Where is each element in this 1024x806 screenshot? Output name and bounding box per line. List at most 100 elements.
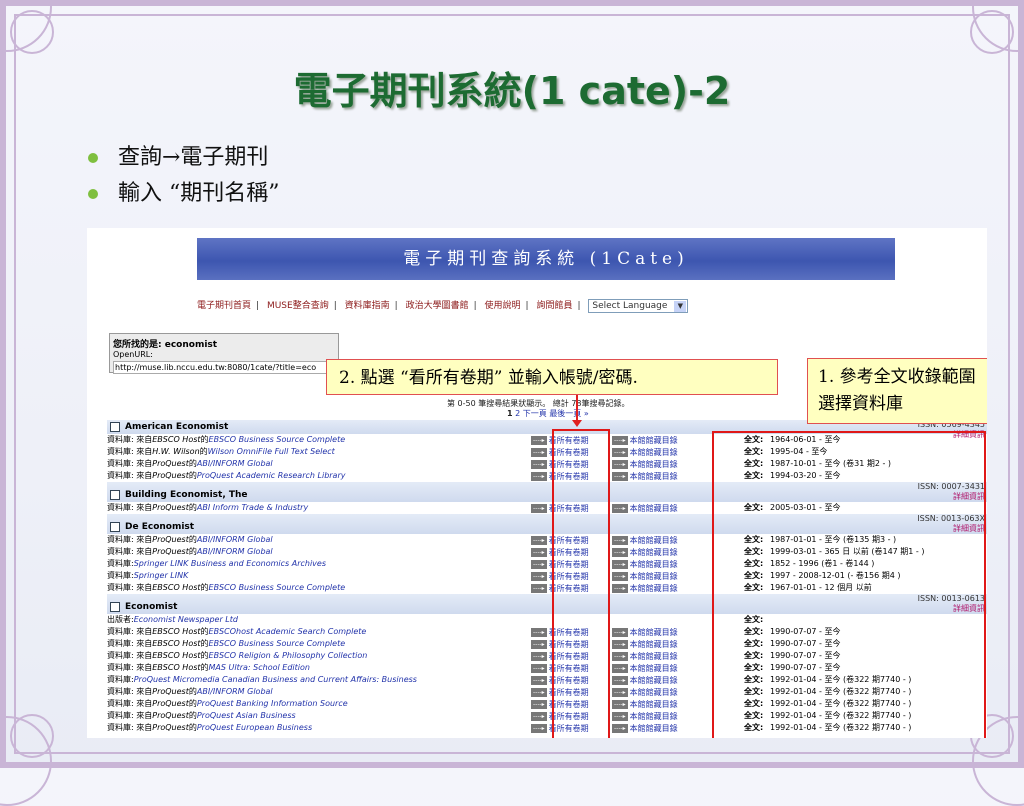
row-de: 的 [188,471,197,480]
chevron-down-icon: ▼ [674,301,687,312]
checkbox[interactable] [110,601,120,612]
bullet-text: 輸入 “期刊名稱” [118,181,280,206]
arrow-icon: ----▸ [612,436,628,445]
database-link[interactable]: ProQuest European Business [197,723,312,732]
row-de: 的 [188,711,197,720]
holdings-label: 本館館藏目錄 [629,548,678,557]
database-link[interactable]: ABI/INFORM Global [197,459,273,468]
database-link[interactable]: Wilson OmniFile Full Text Select [208,447,335,456]
row-provider: ProQuest [152,723,189,732]
corner-ring [970,10,1014,54]
nav-muse-link[interactable]: MUSE整合查詢 [267,301,329,311]
arrow-icon: ----▸ [612,652,628,661]
arrow-icon: ----▸ [612,536,628,545]
arrow-icon: ----▸ [612,712,628,721]
checkbox[interactable] [110,489,120,500]
row-de: 的 [200,435,209,444]
row-label: 資料庫: 來自 [107,699,153,708]
nav-library-link[interactable]: 政治大學圖書館 [406,301,469,311]
row-label: 資料庫: 來自 [107,711,153,720]
database-link[interactable]: ABI/INFORM Global [197,687,273,696]
row-provider: ProQuest [152,503,189,512]
holdings-label: 本館館藏目錄 [629,536,678,545]
holdings-label: 本館館藏目錄 [629,700,678,709]
database-link[interactable]: Economist Newspaper Ltd [134,615,238,624]
holdings-label: 本館館藏目錄 [629,688,678,697]
arrow-icon: ----▸ [612,688,628,697]
nav-help-link[interactable]: 使用說明 [485,301,521,311]
database-link[interactable]: ProQuest Academic Research Library [197,471,346,480]
row-label: 資料庫: [107,675,134,684]
row-provider: EBSCO Host [152,639,201,648]
row-label: 資料庫: 來自 [107,447,153,456]
row-label: 資料庫: [107,571,134,580]
search-heading: 您所找的是: economist [113,340,218,350]
arrow-icon: ----▸ [612,548,628,557]
bullet-dot-icon [88,189,98,199]
site-banner: 電子期刊查詢系統 (1Cate) [197,238,895,280]
database-link[interactable]: ABI/INFORM Global [197,547,273,556]
nav-db-guide-link[interactable]: 資料庫指南 [345,301,390,311]
page-2-link[interactable]: 2 [515,409,520,418]
arrow-icon: ----▸ [612,700,628,709]
row-label: 資料庫: 來自 [107,639,153,648]
database-link[interactable]: ABI Inform Trade & Industry [197,503,308,512]
arrow-icon: ----▸ [531,584,547,593]
database-link[interactable]: MAS Ultra: School Edition [209,663,310,672]
embedded-screenshot: 電子期刊查詢系統 (1Cate) 電子期刊首頁 | MUSE整合查詢 | 資料庫指南… [87,228,987,738]
row-provider: EBSCO Host [152,627,201,636]
arrow-icon: ----▸ [531,724,547,733]
database-link[interactable]: ABI/INFORM Global [197,535,273,544]
database-link[interactable]: EBSCO Religion & Philosophy Collection [209,651,368,660]
holdings-label: 本館館藏目錄 [629,572,678,581]
arrow-icon: ----▸ [531,688,547,697]
database-link[interactable]: ProQuest Micromedia Canadian Business an… [134,675,417,684]
language-select[interactable]: Select Language ▼ [588,299,689,313]
row-de: 的 [188,547,197,556]
holdings-label: 本館館藏目錄 [629,460,678,469]
journal-title: De Economist [125,522,195,532]
database-link[interactable]: EBSCO Business Source Complete [209,583,346,592]
database-link[interactable]: ProQuest Asian Business [197,711,296,720]
row-de: 的 [188,503,197,512]
nav-home-link[interactable]: 電子期刊首頁 [197,301,251,311]
next-page-link[interactable]: 下一頁 [523,409,547,418]
callout-step-1: 1. 參考全文收錄範圍選擇資料庫 [807,358,987,424]
openurl-label: OpenURL: [113,350,153,359]
database-link[interactable]: Springer LINK Business and Economics Arc… [134,559,326,568]
holdings-label: 本館館藏目錄 [629,712,678,721]
arrow-icon: ----▸ [612,460,628,469]
row-label: 資料庫: 來自 [107,547,153,556]
database-link[interactable]: EBSCOhost Academic Search Complete [209,627,367,636]
holdings-label: 本館館藏目錄 [629,584,678,593]
row-de: 的 [200,639,209,648]
arrow-icon: ----▸ [612,676,628,685]
bullet-dot-icon [88,153,98,163]
last-page-link[interactable]: 最後一頁 » [549,409,588,418]
row-provider: H.W. Wilson [152,447,200,456]
row-provider: EBSCO Host [152,435,201,444]
arrow-icon: ----▸ [531,504,547,513]
arrow-icon: ----▸ [612,472,628,481]
checkbox[interactable] [110,521,120,532]
row-de: 的 [199,447,208,456]
journal-title: American Economist [125,422,229,432]
openurl-field[interactable]: http://muse.lib.nccu.edu.tw:8080/1cate/?… [113,361,335,374]
row-label: 資料庫: 來自 [107,627,153,636]
arrow-icon: ----▸ [612,504,628,513]
holdings-label: 本館館藏目錄 [629,448,678,457]
holdings-button[interactable]: ----▸ 本館館藏目錄 [612,723,678,735]
database-link[interactable]: ProQuest Banking Information Source [197,699,348,708]
arrow-head-icon [572,420,582,427]
page-current: 1 [507,409,513,418]
nav-ask-link[interactable]: 詢問館員 [536,301,572,311]
checkbox[interactable] [110,421,120,432]
database-link[interactable]: EBSCO Business Source Complete [209,435,346,444]
database-link[interactable]: Springer LINK [134,571,189,580]
arrow-icon: ----▸ [531,700,547,709]
database-link[interactable]: EBSCO Business Source Complete [209,639,346,648]
arrow-icon: ----▸ [531,652,547,661]
row-de: 的 [200,627,209,636]
row-label: 資料庫: [107,559,134,568]
row-provider: EBSCO Host [152,651,201,660]
